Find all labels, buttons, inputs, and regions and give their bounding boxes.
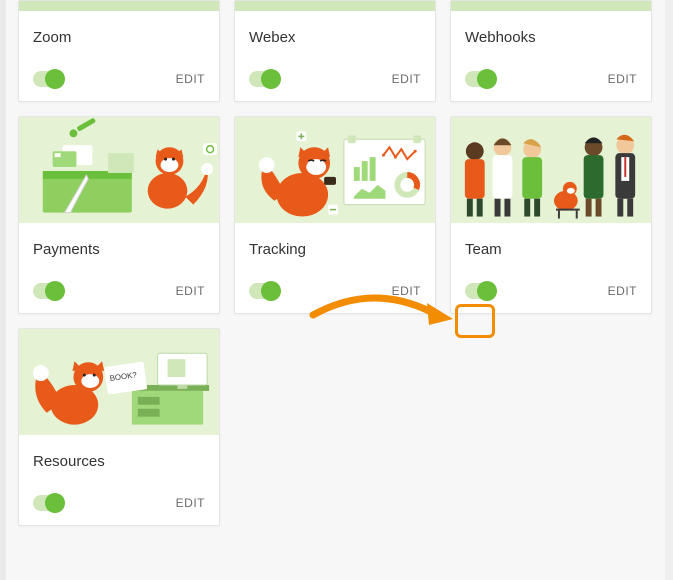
card-title: Resources <box>19 435 219 483</box>
card-resources: BOOK? Resources EDIT <box>18 328 220 526</box>
card-footer: EDIT <box>19 59 219 101</box>
resources-illustration: BOOK? <box>19 329 219 435</box>
payments-illustration <box>19 117 219 223</box>
card-footer: EDIT <box>235 271 435 313</box>
card-zoom-illustration-strip <box>19 1 219 11</box>
card-title: Tracking <box>235 223 435 271</box>
card-title: Zoom <box>19 11 219 59</box>
card-footer: EDIT <box>451 271 651 313</box>
card-title: Webex <box>235 11 435 59</box>
card-tracking: Tracking EDIT <box>234 116 436 314</box>
card-footer: EDIT <box>19 271 219 313</box>
card-payments: Payments EDIT <box>18 116 220 314</box>
integrations-grid: Zoom EDIT Webex EDIT Webhooks EDIT <box>0 0 673 544</box>
card-webhooks: Webhooks EDIT <box>450 0 652 102</box>
tracking-illustration <box>235 117 435 223</box>
webhooks-toggle[interactable] <box>465 71 495 87</box>
tracking-toggle[interactable] <box>249 283 279 299</box>
card-webex-illustration-strip <box>235 1 435 11</box>
card-team: Team EDIT <box>450 116 652 314</box>
tracking-edit-button[interactable]: EDIT <box>392 284 421 298</box>
scrollbar-left-edge <box>0 0 6 580</box>
card-title: Payments <box>19 223 219 271</box>
payments-toggle[interactable] <box>33 283 63 299</box>
card-footer: EDIT <box>451 59 651 101</box>
webhooks-edit-button[interactable]: EDIT <box>608 72 637 86</box>
card-webex: Webex EDIT <box>234 0 436 102</box>
team-illustration <box>451 117 651 223</box>
card-zoom: Zoom EDIT <box>18 0 220 102</box>
card-title: Webhooks <box>451 11 651 59</box>
card-footer: EDIT <box>235 59 435 101</box>
resources-toggle[interactable] <box>33 495 63 511</box>
card-webhooks-illustration-strip <box>451 1 651 11</box>
payments-edit-button[interactable]: EDIT <box>176 284 205 298</box>
zoom-toggle[interactable] <box>33 71 63 87</box>
team-toggle[interactable] <box>465 283 495 299</box>
resources-edit-button[interactable]: EDIT <box>176 496 205 510</box>
card-footer: EDIT <box>19 483 219 525</box>
scrollbar-right[interactable] <box>665 0 673 580</box>
webex-edit-button[interactable]: EDIT <box>392 72 421 86</box>
zoom-edit-button[interactable]: EDIT <box>176 72 205 86</box>
webex-toggle[interactable] <box>249 71 279 87</box>
team-edit-button[interactable]: EDIT <box>608 284 637 298</box>
card-title: Team <box>451 223 651 271</box>
